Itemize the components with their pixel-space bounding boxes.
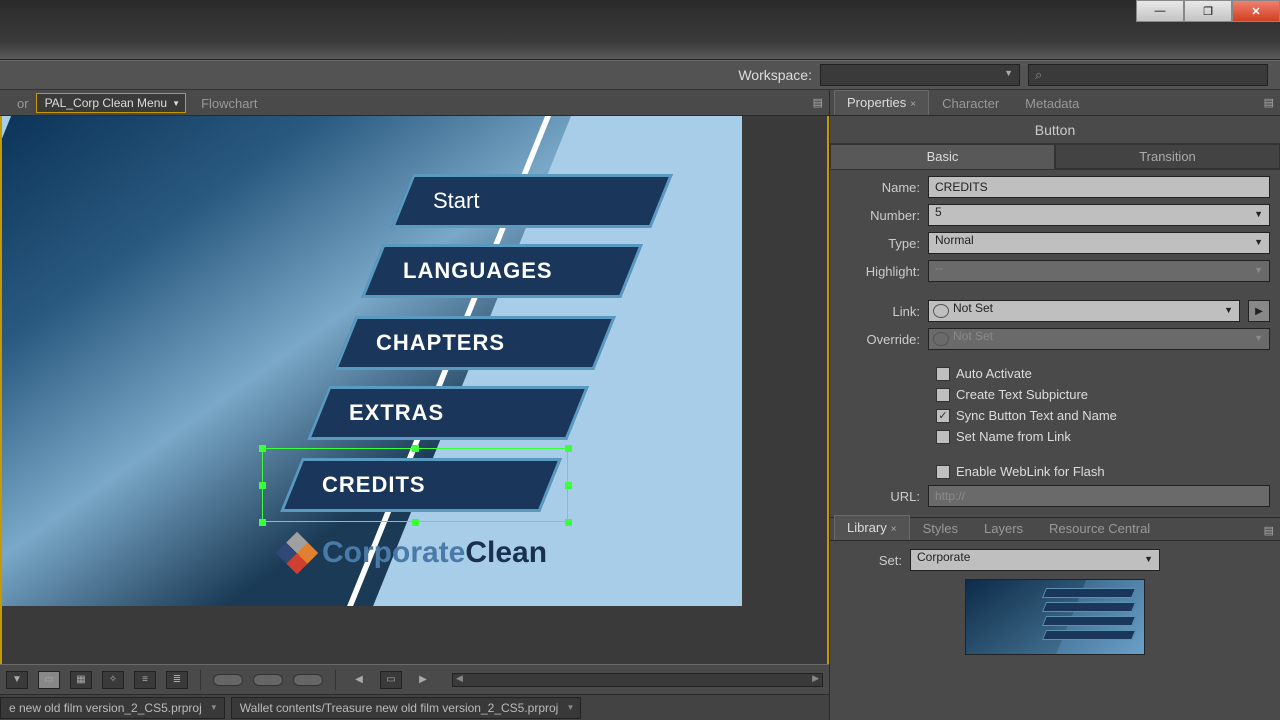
close-icon[interactable]: × [891,524,897,535]
selection-handle[interactable] [565,519,572,526]
tab-resource-central[interactable]: Resource Central [1036,516,1163,540]
dvd-button-chapters[interactable]: CHAPTERS [334,316,616,370]
override-pickwhip-icon [933,332,949,346]
url-label: URL: [840,489,920,504]
auto-activate-checkbox[interactable] [936,367,950,381]
button-shape-pill[interactable] [213,674,243,686]
prev-icon[interactable]: ◀ [348,671,370,689]
url-field [928,485,1270,507]
project-tab[interactable]: e new old film version_2_CS5.prproj [0,697,225,719]
button-shape-pill[interactable] [253,674,283,686]
dvd-button-start[interactable]: Start [391,174,673,228]
workspace-select[interactable] [820,64,1020,86]
panel-menu-icon[interactable]: ▤ [1264,96,1274,109]
next-icon[interactable]: ▶ [412,671,434,689]
properties-tabbar: Properties× Character Metadata ▤ [830,90,1280,116]
selection-handle[interactable] [259,445,266,452]
sync-text-checkbox[interactable]: ✓ [936,409,950,423]
highlight-label: Highlight: [840,264,920,279]
enable-weblink-label: Enable WebLink for Flash [956,464,1105,479]
selection-handle[interactable] [565,482,572,489]
override-label: Override: [840,332,920,347]
workspace-label: Workspace: [738,67,812,83]
panel-menu-icon[interactable]: ▤ [1264,524,1274,537]
selection-handle[interactable] [259,482,266,489]
logo-diamond-icon [276,532,318,574]
tab-library[interactable]: Library× [834,515,910,540]
auto-activate-label: Auto Activate [956,366,1032,381]
preview-icon[interactable]: ▭ [380,671,402,689]
create-subpicture-checkbox[interactable] [936,388,950,402]
panel-object-type: Button [830,116,1280,144]
tool-icon[interactable]: ≣ [166,671,188,689]
zoom-dropdown[interactable]: ▼ [6,671,28,689]
link-pickwhip-icon[interactable] [933,304,949,318]
subtab-basic[interactable]: Basic [830,144,1055,169]
tab-flowchart[interactable]: Flowchart [188,91,270,115]
name-label: Name: [840,180,920,195]
button-shape-pill[interactable] [293,674,323,686]
close-icon[interactable]: × [910,99,916,110]
tab-styles[interactable]: Styles [910,516,971,540]
create-subpicture-label: Create Text Subpicture [956,387,1088,402]
set-name-link-checkbox[interactable] [936,430,950,444]
tab-metadata[interactable]: Metadata [1012,91,1092,115]
tab-character[interactable]: Character [929,91,1012,115]
window-minimize-button[interactable]: — [1136,0,1184,22]
panel-menu-icon[interactable]: ▤ [813,96,823,109]
override-select: Not Set [928,328,1270,350]
dvd-button-languages[interactable]: LANGUAGES [361,244,643,298]
enable-weblink-checkbox[interactable] [936,465,950,479]
tab-properties[interactable]: Properties× [834,90,929,115]
subtab-transition[interactable]: Transition [1055,144,1280,169]
number-label: Number: [840,208,920,223]
window-maximize-button[interactable]: ❐ [1184,0,1232,22]
set-name-link-label: Set Name from Link [956,429,1071,444]
selection-outline [262,448,568,522]
selection-handle[interactable] [412,445,419,452]
search-input[interactable]: ⌕ [1028,64,1268,86]
type-label: Type: [840,236,920,251]
project-tab-row: e new old film version_2_CS5.prproj Wall… [0,694,829,720]
type-select[interactable]: Normal [928,232,1270,254]
search-icon: ⌕ [1035,67,1042,83]
safe-area-toggle[interactable]: ▭ [38,671,60,689]
canvas-toolbar: ▼ ▭ ▦ ✧ ≡ ≣ ◀ ▭ ▶ [0,664,829,694]
project-tab[interactable]: Wallet contents/Treasure new old film ve… [231,697,582,719]
link-play-button[interactable]: ▶ [1248,300,1270,322]
library-tabbar: Library× Styles Layers Resource Central … [830,517,1280,541]
tool-icon[interactable]: ≡ [134,671,156,689]
tool-icon[interactable]: ✧ [102,671,124,689]
document-dropdown[interactable]: PAL_Corp Clean Menu [36,93,187,113]
menu-canvas[interactable]: Start LANGUAGES CHAPTERS EXTRAS CREDITS … [0,116,829,664]
tool-icon[interactable]: ▦ [70,671,92,689]
window-close-button[interactable]: ✕ [1232,0,1280,22]
corporate-clean-logo: CorporateClean [282,536,547,570]
tab-layers[interactable]: Layers [971,516,1036,540]
highlight-select: -- [928,260,1270,282]
link-label: Link: [840,304,920,319]
menubar-area [0,0,1280,60]
dvd-button-extras[interactable]: EXTRAS [307,386,589,440]
selection-handle[interactable] [565,445,572,452]
number-select[interactable]: 5 [928,204,1270,226]
selection-handle[interactable] [259,519,266,526]
link-select[interactable]: Not Set [928,300,1240,322]
library-thumbnail[interactable] [965,579,1145,655]
set-select[interactable]: Corporate [910,549,1160,571]
horizontal-scrollbar[interactable] [452,673,823,687]
sync-text-label: Sync Button Text and Name [956,408,1117,423]
name-field[interactable] [928,176,1270,198]
tab-editor-prev[interactable]: or [4,91,34,115]
set-label: Set: [842,553,902,568]
selection-handle[interactable] [412,519,419,526]
editor-tabbar: or PAL_Corp Clean Menu Flowchart ▤ [0,90,829,116]
